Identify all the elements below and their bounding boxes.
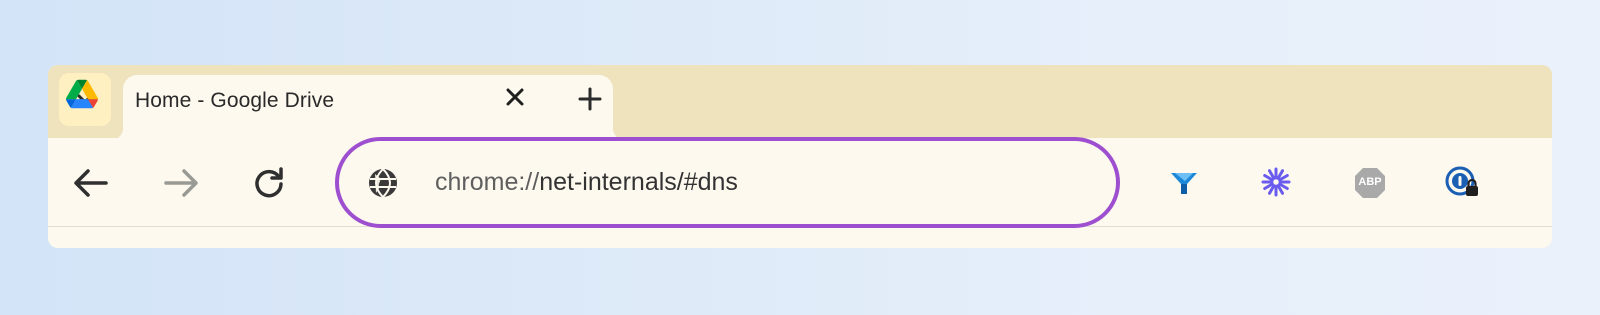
abp-extension-icon[interactable]: ABP [1353, 166, 1387, 200]
url-scheme: chrome:// [435, 168, 540, 196]
plus-icon[interactable] [577, 86, 603, 112]
globe-icon[interactable] [367, 167, 399, 199]
arrow-left-icon[interactable] [73, 168, 109, 198]
close-icon[interactable] [502, 84, 528, 110]
url-path: net-internals/#dns [539, 168, 738, 196]
abp-label: ABP [1358, 176, 1382, 188]
reload-icon[interactable] [252, 166, 286, 200]
arrow-right-icon[interactable] [163, 168, 199, 198]
tab-title: Home - Google Drive [135, 89, 335, 112]
password-manager-extension-icon[interactable] [1445, 165, 1481, 199]
google-drive-icon [66, 79, 98, 109]
url-text[interactable]: chrome://net-internals/#dns [435, 168, 738, 197]
snowflake-extension-icon[interactable] [1260, 166, 1292, 198]
filter-extension-icon[interactable] [1169, 167, 1199, 197]
